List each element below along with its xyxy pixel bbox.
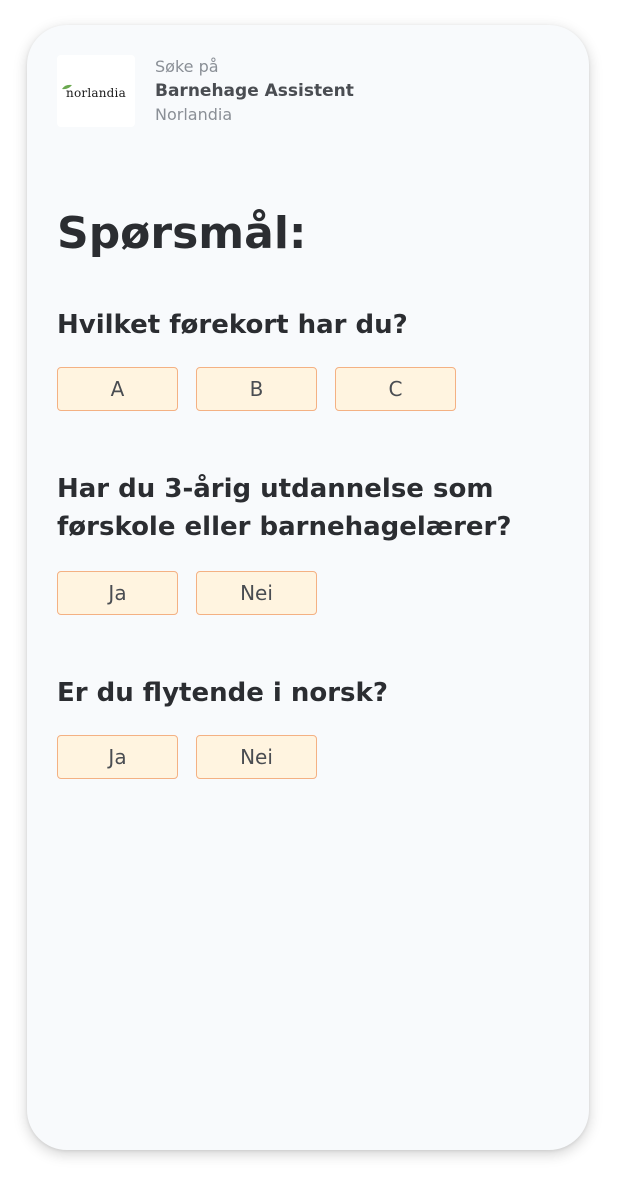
logo-wordmark: norlandia (66, 86, 126, 100)
job-title: Barnehage Assistent (155, 81, 354, 101)
question-2: Har du 3-årig utdannelse som førskole el… (57, 474, 512, 542)
option-c-button[interactable]: C (335, 367, 456, 411)
option-b-button[interactable]: B (196, 367, 317, 411)
page-title: Spørsmål: (57, 208, 307, 259)
phone-screen: norlandia Søke på Barnehage Assistent No… (27, 25, 589, 1150)
question-3-options: Ja Nei (57, 735, 317, 779)
job-header: norlandia Søke på Barnehage Assistent No… (57, 55, 354, 127)
no-button[interactable]: Nei (196, 571, 317, 615)
apply-label: Søke på (155, 57, 219, 76)
option-a-button[interactable]: A (57, 367, 178, 411)
question-1: Hvilket førekort har du? (57, 310, 408, 340)
question-2-options: Ja Nei (57, 571, 317, 615)
header-text: Søke på Barnehage Assistent Norlandia (155, 55, 354, 127)
no-button[interactable]: Nei (196, 735, 317, 779)
question-1-options: A B C (57, 367, 456, 411)
question-3: Er du flytende i norsk? (57, 678, 388, 708)
company-logo: norlandia (57, 55, 135, 127)
yes-button[interactable]: Ja (57, 735, 178, 779)
yes-button[interactable]: Ja (57, 571, 178, 615)
company-name: Norlandia (155, 105, 233, 124)
